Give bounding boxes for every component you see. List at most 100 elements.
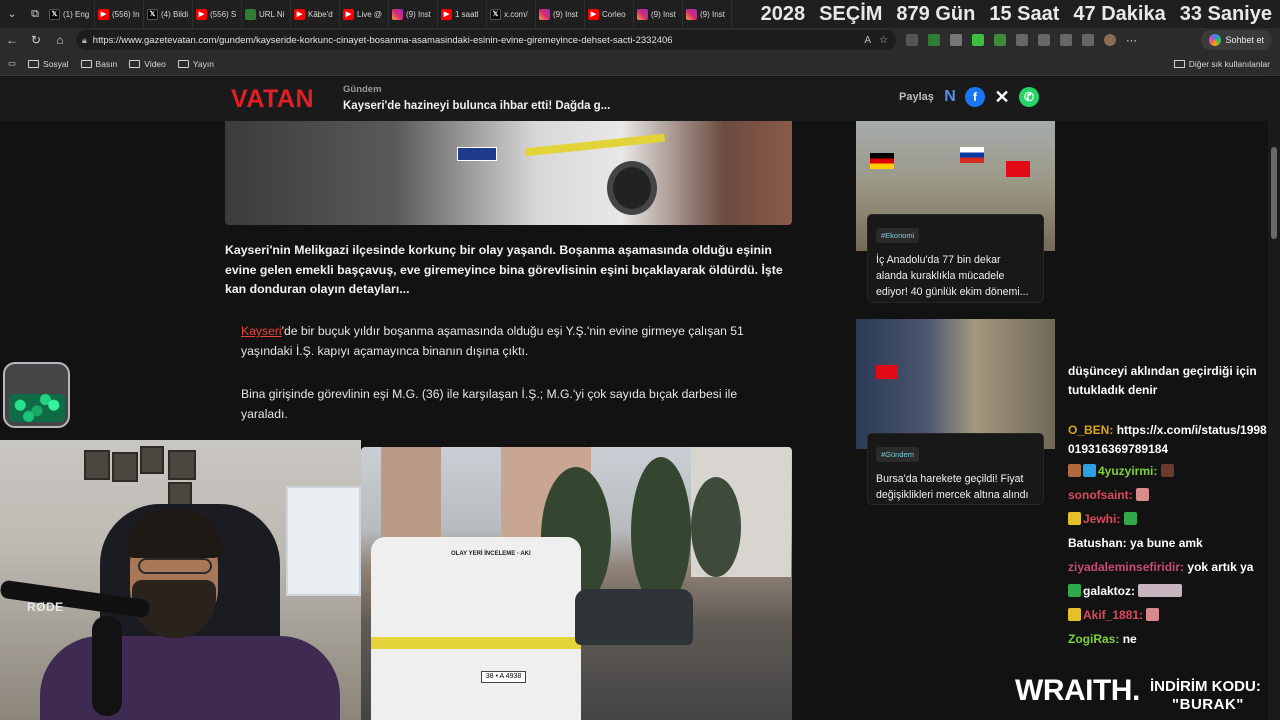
scrollbar-thumb[interactable] [1271,147,1277,239]
chat-message: O_BEN: https://x.com/i/status/1998019316… [1068,421,1273,459]
other-bookmarks-folder[interactable]: Diğer sık kullanılanlar [1173,59,1270,69]
countdown-hours: 15 Saat [989,2,1060,25]
breadcrumb[interactable]: Gündem [343,84,382,95]
bookmark-folder[interactable]: Sosyal [28,59,69,69]
reload-icon[interactable]: ↻ [24,28,48,52]
read-aloud-icon[interactable]: A [864,35,871,46]
glasses [138,558,212,574]
card-title[interactable]: Bursa'da harekete geçildi! Fiyat değişik… [876,471,1035,503]
browser-tab[interactable]: URL Ni [242,0,291,28]
tab-label: (556) S [210,9,237,19]
countdown-minutes: 47 Dakika [1073,2,1166,25]
card-tag[interactable]: #Ekonomi [876,228,920,243]
browser-tab[interactable]: 𝕏 (1) Eng [46,0,95,28]
news-card[interactable]: #Gündem Bursa'da harekete geçildi! Fiyat… [868,434,1043,504]
browser-tab[interactable]: 𝕏x.com/ [487,0,536,28]
bookmark-label: Yayın [192,58,214,69]
browser-tab[interactable]: ▶ Corleo [585,0,634,28]
browser-tab[interactable]: (9) Inst [683,0,732,28]
header-article-title[interactable]: Kayseri'de hazineyi bulunca ihbar etti! … [343,100,610,112]
reading-list-icon[interactable]: ▭ [8,58,16,69]
tab-label: 1 saatl [455,9,479,19]
extension-icon[interactable] [928,34,940,46]
tab-actions-menu-icon[interactable]: ⌄ [0,0,24,28]
van-stripe [371,637,581,649]
favorite-star-icon[interactable]: ☆ [879,35,888,46]
tab-label: (556) In [112,9,140,19]
bookmark-folder[interactable]: Basın [80,58,118,69]
profile-avatar-icon[interactable] [1104,34,1116,46]
folder-icon [177,59,189,68]
chat-message: Jewhi: [1068,510,1273,529]
card-image-inspection[interactable] [856,319,1055,449]
url-field[interactable]: 🔒︎ https://www.gazetevatan.com/gundem/ka… [76,30,896,50]
chat-user: 4yuzyirmi: [1098,464,1158,478]
wall-photo [140,446,164,474]
favorites-icon[interactable] [1060,34,1072,46]
lock-icon[interactable]: 🔒︎ [82,35,87,46]
browser-tab[interactable]: (9) Inst [389,0,438,28]
chat-message: Akif_1881: [1068,606,1273,625]
extension-icon[interactable] [906,34,918,46]
puzzle-icon[interactable] [1016,34,1028,46]
chat-user: O_BEN: [1068,423,1114,437]
bookmark-label: Video [144,58,166,69]
youtube-favicon-icon: ▶ [441,8,452,20]
card-tag[interactable]: #Gündem [876,447,919,462]
browser-tab[interactable]: 𝕏 (4) Bildi [144,0,193,28]
browser-tab[interactable]: ▶ (556) S [193,0,242,28]
share-label: Paylaş [899,91,934,103]
tab-label: x.com/ [504,9,528,19]
tape-stripe [524,133,666,157]
browser-tab[interactable]: ▶ Live @ [340,0,389,28]
chat-user: Akif_1881: [1083,608,1144,622]
browser-tab[interactable]: ▶ 1 saatl [438,0,487,28]
workspaces-icon[interactable]: ⧉ [24,0,46,28]
browser-tab[interactable]: (9) Inst [536,0,585,28]
bookmark-label: Basın [95,58,118,69]
google-news-icon[interactable]: N [940,87,960,107]
bookmark-folder[interactable]: Yayın [177,58,214,69]
extension-icon[interactable] [950,34,962,46]
extension-icon[interactable] [994,34,1006,46]
site-header: VATAN Gündem Kayseri'de hazineyi bulunca… [0,77,1268,121]
tab-label: Live @ [357,9,383,19]
news-card[interactable]: #Ekonomi İç Anadolu'da 77 bin dekar alan… [868,215,1043,302]
collections-icon[interactable] [1082,34,1094,46]
election-countdown: 2028 SEÇİM 879 Gün 15 Saat 47 Dakika 33 … [752,0,1280,28]
back-icon[interactable]: ← [0,28,24,52]
wall-photo [168,450,196,480]
article-photo-van [225,121,792,225]
bookmark-folder[interactable]: Video [129,59,166,69]
chat-message: sonofsaint: [1068,486,1273,505]
vatan-logo[interactable]: VATAN [231,85,314,114]
split-screen-icon[interactable] [1038,34,1050,46]
parked-car [575,589,693,645]
more-options-icon[interactable]: ⋯ [1126,34,1137,47]
copilot-button[interactable]: Sohbet et [1201,30,1272,50]
youtube-favicon-icon: ▶ [588,8,599,20]
emote-icon [1146,608,1160,621]
home-icon[interactable]: ⌂ [48,28,72,52]
kayseri-link[interactable]: Kayseri [241,324,282,338]
folder-icon [28,59,40,68]
chat-user: Jewhi: [1083,512,1121,526]
chat-text: ne [1122,632,1137,646]
browser-tab[interactable]: ▶ Kâbe'd [291,0,340,28]
x-icon[interactable]: ✕ [992,87,1012,107]
whiteboard [286,486,361,596]
card-title[interactable]: İç Anadolu'da 77 bin dekar alanda kurakl… [876,252,1035,300]
folder-icon [80,59,92,68]
facebook-icon[interactable]: f [965,87,985,107]
browser-tab[interactable]: ▶ (556) In [95,0,144,28]
gems [9,394,65,422]
bookmark-label: Sosyal [43,58,69,69]
browser-tab[interactable]: (9) Inst [634,0,683,28]
extension-icon[interactable] [972,34,984,46]
sponsor-banner: WRAITH. İNDİRİM KODU: "BURAK" [1015,674,1268,720]
whatsapp-icon[interactable]: ✆ [1019,87,1039,107]
sponsor-brand: WRAITH. [1015,674,1140,707]
chat-user: sonofsaint: [1068,488,1133,502]
chat-user: Batushan: [1068,536,1127,550]
webcam-feed: RØDE [0,440,361,720]
